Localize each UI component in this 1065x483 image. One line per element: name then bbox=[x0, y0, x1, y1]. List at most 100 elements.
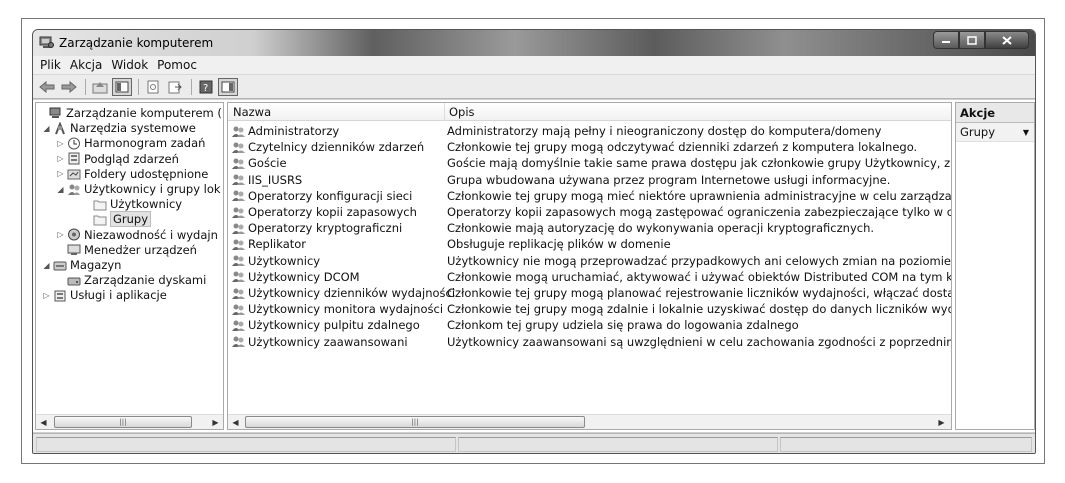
menu-pomoc[interactable]: Pomoc bbox=[157, 58, 197, 72]
list-row[interactable]: Użytkownicy pulpitu zdalnego Członkom tej… bbox=[228, 317, 951, 334]
tree-item[interactable]: ▷ Niezawodność i wydajn bbox=[56, 227, 217, 243]
list-row[interactable]: Administratorzy Administratorzy mają pełn… bbox=[228, 123, 951, 140]
group-description: Członkowie tej grupy mogą odczytywać dzi… bbox=[447, 140, 918, 155]
up-folder-icon bbox=[92, 81, 108, 93]
menu-plik[interactable]: Plik bbox=[40, 58, 61, 72]
tree-item[interactable]: Grupy bbox=[82, 211, 152, 228]
up-folder-button[interactable] bbox=[90, 78, 110, 96]
tree-item[interactable]: ◢ Narzędzia systemowe bbox=[42, 120, 195, 136]
list-row[interactable]: Użytkownicy dzienników wydajności Członko… bbox=[228, 285, 951, 302]
actions-title: Akcje bbox=[956, 103, 1034, 123]
column-divider[interactable] bbox=[444, 103, 445, 121]
show-hide-console-tree-button[interactable] bbox=[112, 77, 132, 96]
tree-item[interactable]: ◢ Użytkownicy i grupy lok bbox=[56, 181, 221, 197]
group-name-cell: Użytkownicy monitora wydajności bbox=[231, 302, 443, 316]
group-name: Goście bbox=[248, 156, 287, 171]
export-list-button[interactable] bbox=[143, 78, 163, 96]
group-name: Użytkownicy zaawansowani bbox=[248, 334, 408, 349]
window-title: Zarządzanie komputerem bbox=[59, 36, 214, 50]
folder-icon bbox=[93, 215, 107, 226]
tree-item-label: Użytkownicy i grupy lok bbox=[84, 182, 221, 196]
menu-widok[interactable]: Widok bbox=[111, 58, 148, 72]
list-row[interactable]: Replikator Obsługuje replikację plików w … bbox=[228, 236, 951, 253]
help-button[interactable]: ? bbox=[196, 78, 216, 96]
title-bar[interactable]: Zarządzanie komputerem bbox=[33, 30, 1035, 56]
minimize-button[interactable] bbox=[933, 31, 959, 49]
list-row[interactable]: Czytelnicy dzienników zdarzeń Członkowie … bbox=[228, 139, 951, 156]
tree-item[interactable]: ▷ Usługi i aplikacje bbox=[42, 287, 166, 303]
tree-item[interactable]: Zarządzanie dyskami bbox=[56, 272, 206, 288]
list-row[interactable]: Użytkownicy zaawansowani Użytkownicy zaaw… bbox=[228, 334, 951, 351]
menu-bar: Plik Akcja Widok Pomoc bbox=[33, 56, 1035, 75]
list-row[interactable]: Operatorzy kopii zapasowych Operatorzy ko… bbox=[228, 204, 951, 221]
expand-toggle-icon[interactable]: ▷ bbox=[56, 154, 65, 163]
column-header-description[interactable]: Opis bbox=[449, 105, 475, 119]
minimize-icon bbox=[942, 41, 950, 43]
group-icon bbox=[232, 142, 245, 153]
scroll-left-arrow[interactable]: ◀ bbox=[228, 415, 243, 429]
tree-item-label: Zarządzanie dyskami bbox=[84, 273, 207, 288]
properties-icon bbox=[147, 80, 159, 93]
tree-item[interactable]: Zarządzanie komputerem (loka bbox=[38, 105, 223, 121]
actions-section-groups[interactable]: Grupy ▼ bbox=[956, 123, 1034, 142]
expand-toggle-icon[interactable]: ▷ bbox=[56, 169, 65, 178]
tree-item[interactable]: Menedżer urządzeń bbox=[56, 242, 197, 258]
tree-item[interactable]: ▷ Podgląd zdarzeń bbox=[56, 151, 178, 167]
list-row[interactable]: Użytkownicy Użytkownicy nie mogą przeprow… bbox=[228, 253, 951, 270]
performance-icon bbox=[68, 228, 80, 241]
scroll-thumb[interactable]: ||| bbox=[245, 416, 585, 428]
expand-toggle-icon[interactable]: ◢ bbox=[42, 261, 51, 270]
collapse-arrow-icon[interactable]: ▼ bbox=[1023, 128, 1029, 137]
export-icon bbox=[168, 81, 182, 93]
group-name: Operatorzy kryptograficzni bbox=[248, 221, 403, 236]
column-header-name[interactable]: Nazwa bbox=[233, 105, 271, 119]
list-row[interactable]: IIS_IUSRS Grupa wbudowana używana przez p… bbox=[228, 172, 951, 189]
help-icon: ? bbox=[199, 80, 213, 94]
tree-horizontal-scrollbar[interactable]: ◀ ||| ▶ bbox=[36, 414, 223, 429]
group-name-cell: Czytelnicy dzienników zdarzeń bbox=[231, 140, 424, 154]
refresh-button[interactable] bbox=[165, 78, 185, 96]
group-icon bbox=[232, 190, 245, 202]
device-manager-icon bbox=[67, 244, 81, 256]
tree-item-label: Foldery udostępnione bbox=[84, 166, 209, 181]
group-name: Czytelnicy dzienników zdarzeń bbox=[248, 140, 425, 155]
tree-item[interactable]: ▷ Harmonogram zadań bbox=[56, 135, 205, 151]
group-icon bbox=[232, 174, 245, 186]
scroll-right-arrow[interactable]: ▶ bbox=[208, 415, 223, 429]
forward-arrow-icon bbox=[61, 80, 77, 93]
tree-item[interactable]: ◢ Magazyn bbox=[42, 257, 121, 273]
maximize-button[interactable] bbox=[959, 31, 985, 49]
list-row[interactable]: Goście Goście mają domyślnie takie same p… bbox=[228, 155, 951, 172]
list-row[interactable]: Użytkownicy monitora wydajności Członkowi… bbox=[228, 301, 951, 318]
expand-toggle-icon[interactable]: ▷ bbox=[56, 230, 65, 239]
storage-icon bbox=[53, 261, 67, 270]
tree-item[interactable]: Użytkownicy bbox=[82, 196, 182, 212]
scroll-thumb[interactable]: ||| bbox=[54, 416, 192, 428]
list-row[interactable]: Operatorzy kryptograficzni Członkowie maj… bbox=[228, 220, 951, 237]
expand-toggle-icon[interactable]: ◢ bbox=[56, 185, 65, 194]
group-name-cell: Użytkownicy zaawansowani bbox=[231, 335, 408, 349]
scroll-left-arrow[interactable]: ◀ bbox=[36, 415, 51, 429]
expand-toggle-icon[interactable]: ◢ bbox=[42, 124, 51, 133]
group-description: Grupa wbudowana używana przez program In… bbox=[447, 172, 891, 187]
users-icon bbox=[68, 184, 80, 195]
shared-folders-icon bbox=[67, 169, 81, 180]
group-name-cell: IIS_IUSRS bbox=[231, 173, 302, 187]
list-row[interactable]: Operatorzy konfiguracji sieci Członkowie … bbox=[228, 188, 951, 205]
close-icon bbox=[1002, 35, 1012, 45]
tree-item[interactable]: ▷ Foldery udostępnione bbox=[56, 166, 208, 182]
forward-button[interactable] bbox=[59, 78, 79, 96]
group-name-cell: Użytkownicy pulpitu zdalnego bbox=[231, 318, 420, 332]
group-name-cell: Replikator bbox=[231, 237, 306, 251]
services-icon bbox=[54, 290, 66, 302]
scroll-right-arrow[interactable]: ▶ bbox=[934, 415, 949, 429]
back-button[interactable] bbox=[37, 78, 57, 96]
close-button[interactable] bbox=[985, 31, 1029, 49]
list-row[interactable]: Użytkownicy DCOM Członkowie mogą uruchami… bbox=[228, 269, 951, 286]
expand-toggle-icon[interactable]: ▷ bbox=[56, 139, 65, 148]
show-hide-action-pane-button[interactable] bbox=[218, 77, 238, 96]
group-name-cell: Operatorzy kryptograficzni bbox=[231, 221, 402, 235]
expand-toggle-icon[interactable]: ▷ bbox=[42, 291, 51, 300]
menu-akcja[interactable]: Akcja bbox=[70, 58, 102, 72]
list-horizontal-scrollbar[interactable]: ◀ ||| ▶ bbox=[228, 414, 951, 429]
